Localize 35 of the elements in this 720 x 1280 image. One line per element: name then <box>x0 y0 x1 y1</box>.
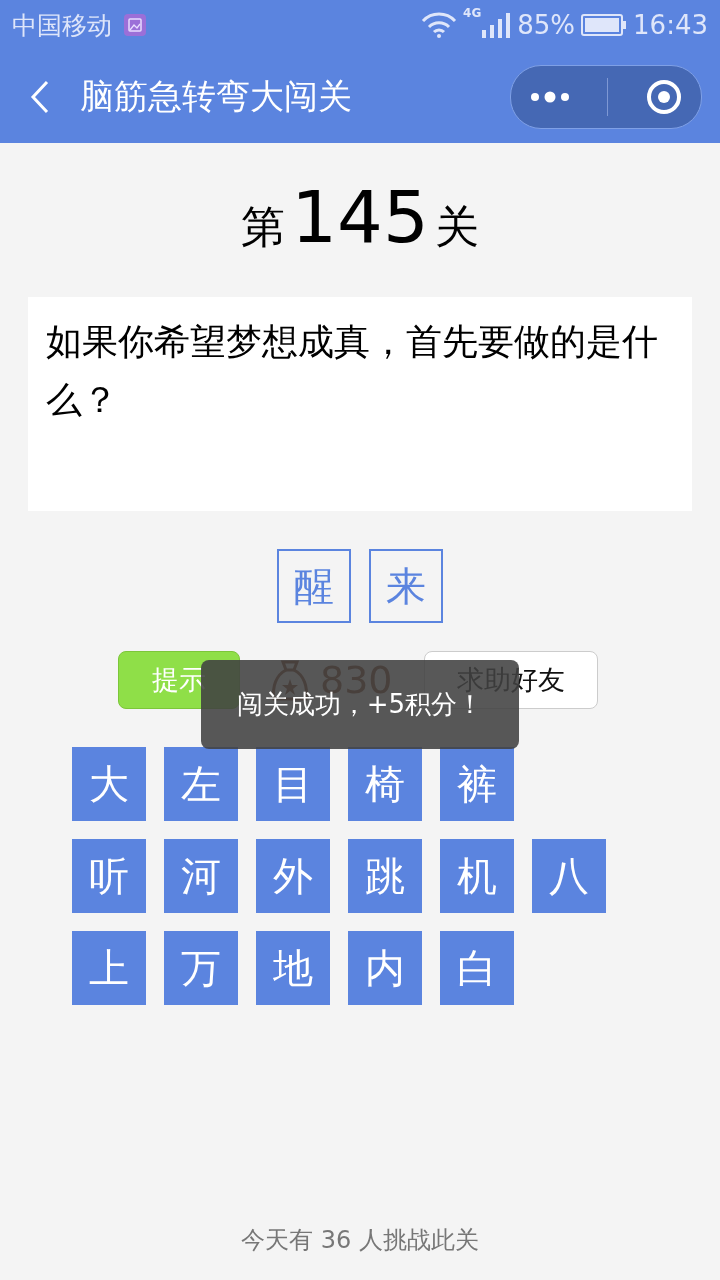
battery-percent: 85% <box>517 10 576 40</box>
challenge-count-text: 今天有 36 人挑战此关 <box>240 1225 480 1256</box>
letter-tile[interactable]: 八 <box>532 839 606 913</box>
carrier-name: 中国移动 <box>12 9 112 42</box>
letter-tile[interactable]: 上 <box>72 931 146 1005</box>
question-text: 如果你希望梦想成真，首先要做的是什么？ <box>46 320 659 422</box>
signal-icon <box>481 12 512 38</box>
answer-slot[interactable]: 醒 <box>277 549 351 623</box>
letter-tile[interactable]: 裤 <box>440 747 514 821</box>
back-icon[interactable] <box>30 79 50 114</box>
letter-tile[interactable]: 河 <box>164 839 238 913</box>
letter-tile[interactable]: 大 <box>72 747 146 821</box>
wifi-icon <box>421 12 458 38</box>
page-title: 脑筋急转弯大闯关 <box>80 74 353 118</box>
letter-tile[interactable]: 左 <box>164 747 238 821</box>
letter-tile[interactable]: 内 <box>348 931 422 1005</box>
battery-icon <box>581 14 628 36</box>
letter-tile[interactable]: 椅 <box>348 747 422 821</box>
gallery-icon <box>124 14 146 36</box>
clock-time: 16:43 <box>633 10 708 40</box>
more-icon[interactable] <box>529 90 570 103</box>
level-number: 145 <box>291 181 429 253</box>
letter-tile[interactable]: 地 <box>256 931 330 1005</box>
letter-tile[interactable]: 机 <box>440 839 514 913</box>
answer-slot[interactable]: 来 <box>369 549 443 623</box>
level-prefix: 第 <box>241 200 286 254</box>
level-suffix: 关 <box>434 200 479 254</box>
letter-tile[interactable]: 白 <box>440 931 514 1005</box>
letter-tile[interactable]: 万 <box>164 931 238 1005</box>
letter-tile[interactable]: 跳 <box>348 839 422 913</box>
letter-tile[interactable]: 外 <box>256 839 330 913</box>
network-label: 4G <box>463 6 482 20</box>
letter-tile[interactable]: 听 <box>72 839 146 913</box>
close-icon[interactable] <box>646 78 683 115</box>
letter-tile[interactable]: 目 <box>256 747 330 821</box>
